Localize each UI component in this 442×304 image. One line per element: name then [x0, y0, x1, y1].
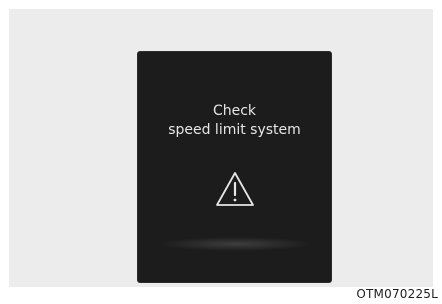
warning-triangle-icon	[216, 172, 254, 206]
warning-message-line-2: speed limit system	[168, 122, 301, 138]
figure-frame: Check speed limit system	[9, 9, 433, 287]
warning-message-line-1: Check	[212, 103, 257, 119]
cluster-display: Check speed limit system	[137, 51, 332, 283]
figure-code: OTM070225L	[356, 287, 438, 301]
display-glow	[158, 237, 313, 251]
